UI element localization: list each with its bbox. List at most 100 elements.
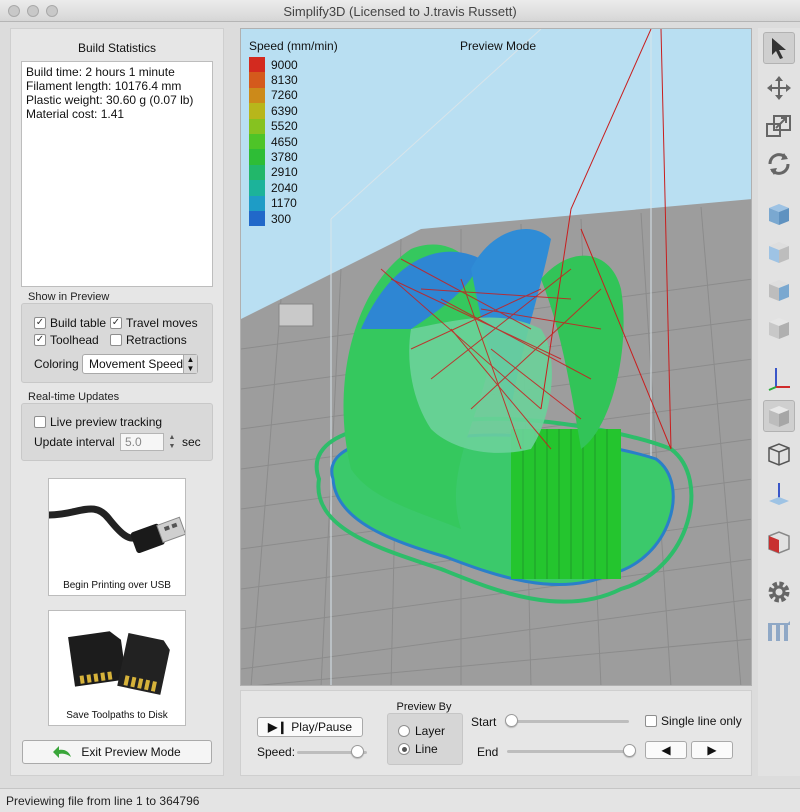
build-statistics-box: Build time: 2 hours 1 minute Filament le…: [21, 61, 213, 287]
save-toolpaths-tile[interactable]: Save Toolpaths to Disk: [48, 610, 186, 726]
axes-toggle[interactable]: [763, 362, 795, 394]
left-panel: Build Statistics Build time: 2 hours 1 m…: [10, 28, 224, 776]
end-slider-track[interactable]: [507, 750, 629, 753]
legend-swatch: [249, 210, 265, 227]
save-toolpaths-caption: Save Toolpaths to Disk: [66, 710, 168, 721]
cross-section-tool[interactable]: [763, 478, 795, 510]
end-slider-knob[interactable]: [623, 744, 636, 757]
preview-by-label: Preview By: [396, 701, 452, 713]
check-icon: ✓: [34, 317, 46, 329]
section-icon: [769, 483, 789, 505]
rotate-tool[interactable]: [763, 148, 795, 180]
step-forward-button[interactable]: ▶: [691, 741, 733, 759]
move-tool[interactable]: [763, 72, 795, 104]
step-back-button[interactable]: ◀: [645, 741, 687, 759]
legend-value: 2040: [271, 180, 298, 195]
legend-value: 6390: [271, 103, 298, 118]
scale-tool[interactable]: [763, 110, 795, 142]
gear-icon: [768, 581, 790, 603]
legend-value: 8130: [271, 73, 298, 88]
cut-cube-icon: [768, 531, 790, 554]
wireframe-view[interactable]: [763, 438, 795, 470]
show-in-preview-group: ✓ Build table ✓ Travel moves ✓ Toolhead …: [21, 303, 213, 383]
legend-swatch: [249, 57, 265, 73]
speed-legend: 9000 8130 7260 6390 5520 4650 3780 2910 2040 1170…: [249, 57, 298, 227]
legend-swatch: [249, 164, 265, 181]
usb-print-tile[interactable]: Begin Printing over USB: [48, 478, 187, 596]
update-interval-input[interactable]: 5.0: [120, 433, 164, 451]
cube-left-icon: [769, 280, 789, 301]
travel-moves-label: Travel moves: [126, 316, 198, 330]
select-tool[interactable]: [763, 32, 795, 64]
legend-swatch: [249, 195, 265, 211]
legend-swatch: [249, 180, 265, 196]
sd-card-icon: [68, 631, 170, 695]
realtime-updates-group: Live preview tracking Update interval 5.…: [21, 403, 213, 461]
coloring-select[interactable]: Movement Speed ▲ ▼: [82, 354, 198, 374]
interval-unit: sec: [182, 435, 201, 449]
preview-mode-label: Preview Mode: [460, 39, 537, 53]
legend-row: 2910: [249, 164, 298, 181]
realtime-updates-label: Real-time Updates: [28, 391, 120, 403]
single-line-checkbox[interactable]: Single line only: [645, 714, 742, 728]
legend-row: 300: [249, 210, 298, 227]
retractions-label: Retractions: [126, 333, 187, 347]
legend-row: 5520: [249, 118, 298, 134]
triangle-right-icon: ▶: [707, 743, 717, 757]
window-title: Simplify3D (Licensed to J.travis Russett…: [283, 4, 517, 19]
legend-value: 2910: [271, 165, 298, 180]
stepper-icon[interactable]: ▲ ▼: [167, 433, 177, 451]
layer-radio[interactable]: Layer: [398, 724, 445, 738]
view-iso[interactable]: [763, 312, 795, 344]
settings-tool[interactable]: [763, 576, 795, 608]
stat-material-cost: Material cost: 1.41: [26, 107, 125, 121]
cube-iso-icon: [769, 318, 789, 339]
retractions-checkbox[interactable]: Retractions: [110, 333, 187, 347]
travel-moves-checkbox[interactable]: ✓ Travel moves: [110, 316, 198, 330]
speed-slider-knob[interactable]: [350, 745, 364, 758]
cube-top-icon: [769, 204, 789, 225]
usb-cable-icon: [48, 505, 187, 554]
toolhead-checkbox[interactable]: ✓ Toolhead: [34, 333, 99, 347]
exit-preview-button[interactable]: Exit Preview Mode: [22, 740, 212, 764]
print-settings-tool[interactable]: [763, 614, 795, 646]
line-label: Line: [415, 742, 438, 756]
legend-row: 8130: [249, 72, 298, 88]
usb-print-caption: Begin Printing over USB: [63, 580, 171, 591]
legend-value: 7260: [271, 88, 298, 103]
legend-row: 9000: [249, 57, 298, 73]
legend-swatch: [249, 133, 265, 150]
playback-controls: ▶❙ Play/Pause Speed: Preview By Layer Li…: [240, 690, 752, 776]
speed-label: Speed:: [257, 745, 296, 759]
cut-view-tool[interactable]: [763, 526, 795, 558]
columns-icon: [768, 621, 790, 641]
legend-value: 9000: [271, 57, 298, 72]
legend-row: 1170: [249, 195, 298, 211]
view-left[interactable]: [763, 274, 795, 306]
cursor-arrow-icon: [772, 38, 786, 59]
live-tracking-label: Live preview tracking: [50, 415, 163, 429]
play-pause-button[interactable]: ▶❙ Play/Pause: [257, 717, 363, 737]
solid-view[interactable]: [763, 400, 795, 432]
live-tracking-checkbox[interactable]: Live preview tracking: [34, 415, 162, 429]
layer-label: Layer: [415, 724, 446, 738]
coloring-label: Coloring: [34, 357, 79, 371]
status-bar: Previewing file from line 1 to 364796: [0, 788, 800, 812]
legend-row: 4650: [249, 133, 298, 150]
line-radio[interactable]: Line: [398, 742, 438, 756]
start-slider-knob[interactable]: [505, 714, 518, 727]
view-front[interactable]: [763, 236, 795, 268]
right-toolbar: [758, 28, 800, 776]
single-line-label: Single line only: [661, 714, 742, 728]
check-icon: ✓: [34, 334, 46, 346]
wireframe-cube-icon: [768, 443, 790, 466]
preview-viewport[interactable]: Speed (mm/min) Preview Mode 9000 8130 7260…: [240, 28, 752, 686]
legend-row: 3780: [249, 149, 298, 165]
move-arrows-icon: [767, 76, 791, 100]
view-top[interactable]: [763, 198, 795, 230]
back-arrow-icon: [53, 746, 72, 758]
update-interval-label: Update interval: [34, 435, 115, 449]
start-slider-track[interactable]: [511, 720, 629, 723]
legend-row: 2040: [249, 180, 298, 196]
build-table-checkbox[interactable]: ✓ Build table: [34, 316, 106, 330]
